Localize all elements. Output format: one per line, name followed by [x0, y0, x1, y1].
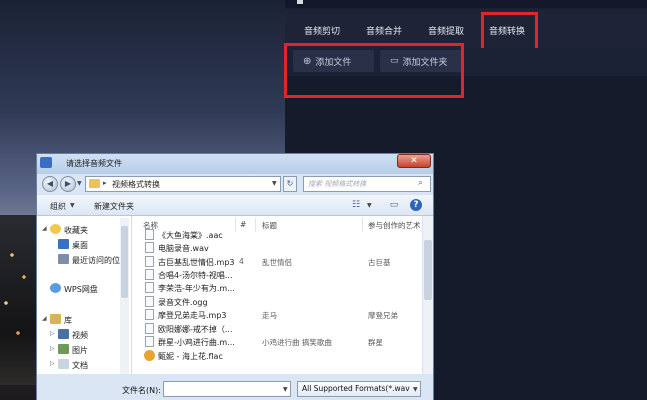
file-row[interactable]: 古巨基乱世情侣.mp3 4 乱世情侣 古巨基 [142, 255, 422, 269]
collapse-icon[interactable]: ◢ [42, 315, 47, 322]
close-icon: ✕ [410, 156, 418, 166]
nav-library[interactable]: 库 [64, 315, 72, 326]
back-button[interactable]: ◀ [42, 176, 58, 192]
picture-library-icon [58, 344, 69, 354]
history-dropdown-icon[interactable]: ▼ [77, 180, 82, 187]
tab-audio-merge[interactable]: 音频合并 [366, 24, 402, 37]
track-number: 4 [239, 257, 244, 266]
nav-favorites[interactable]: 收藏夹 [64, 225, 88, 236]
filter-label: All Supported Formats(*.wav [302, 384, 410, 393]
file-name: 合唱4-汤尔特-视唱... [158, 271, 233, 280]
nav-pictures[interactable]: 图片 [72, 345, 88, 356]
nav-videos[interactable]: 视频 [72, 330, 88, 341]
organize-dropdown-icon[interactable]: ▼ [70, 202, 75, 209]
organize-button[interactable]: 组织 [50, 201, 66, 212]
expand-icon[interactable]: ▷ [50, 330, 55, 337]
file-icon [145, 323, 154, 334]
file-list-scrollbar-thumb[interactable] [424, 240, 432, 300]
refresh-button[interactable]: ↻ [283, 176, 297, 192]
file-name: 《大鱼海棠》.aac [158, 231, 223, 240]
recent-places-icon [58, 254, 69, 264]
file-name: 李荣浩-年少有为.m... [158, 284, 235, 293]
track-title: 小鸡进行曲 搞笑歌曲 [262, 338, 332, 347]
file-name: 欧阳娜娜-戒不掉（... [158, 325, 233, 334]
library-icon [50, 314, 61, 324]
arrow-left-icon: ◀ [46, 179, 54, 188]
filename-input[interactable] [163, 381, 291, 397]
file-row[interactable]: 摩登兄弟走马.mp3 走马 摩登兄弟 [142, 308, 422, 322]
file-icon [145, 229, 154, 240]
filename-dropdown-icon[interactable]: ▼ [283, 386, 288, 393]
nav-documents[interactable]: 文档 [72, 360, 88, 371]
track-artist: 群星 [368, 338, 383, 347]
cloud-icon [50, 283, 61, 293]
nav-desktop[interactable]: 桌面 [72, 240, 88, 251]
track-title: 走马 [262, 311, 277, 320]
breadcrumb[interactable]: 视频格式转换 [112, 179, 160, 190]
refresh-icon: ↻ [286, 179, 294, 188]
file-icon [145, 282, 154, 293]
file-icon [145, 309, 154, 320]
view-dropdown-icon[interactable]: ▼ [367, 202, 372, 209]
document-library-icon [58, 359, 69, 369]
close-button[interactable]: ✕ [397, 154, 431, 168]
file-name: 群星-小鸡进行曲.m... [158, 338, 235, 347]
buttons-highlight-box [284, 43, 464, 98]
collapse-icon[interactable]: ◢ [42, 225, 47, 232]
file-row[interactable]: 李荣浩-年少有为.m... [142, 281, 422, 295]
file-icon [145, 336, 154, 347]
file-row[interactable]: 电脑录音.wav [142, 241, 422, 255]
file-name: 甄妮 - 海上花.flac [158, 352, 223, 361]
preview-pane-icon[interactable]: ▭ [388, 199, 400, 211]
file-row[interactable]: 欧阳娜娜-戒不掉（... [142, 322, 422, 336]
audio-player-icon [144, 350, 155, 361]
video-library-icon [58, 329, 69, 339]
file-row[interactable]: 录音文件.ogg [142, 295, 422, 309]
filter-dropdown-icon[interactable]: ▼ [413, 386, 418, 393]
file-name: 古巨基乱世情侣.mp3 [158, 258, 235, 267]
folder-icon [89, 179, 100, 188]
track-artist: 古巨基 [368, 258, 391, 267]
arrow-right-icon: ▶ [64, 179, 72, 188]
dialog-app-icon [40, 157, 52, 168]
tab-audio-extract[interactable]: 音频提取 [428, 24, 464, 37]
file-name: 电脑录音.wav [158, 244, 209, 253]
track-title: 乱世情侣 [262, 258, 292, 267]
dialog-title: 请选择音频文件 [66, 159, 122, 168]
file-row[interactable]: 群星-小鸡进行曲.m... 小鸡进行曲 搞笑歌曲 群星 [142, 335, 422, 349]
file-type-filter[interactable]: All Supported Formats(*.wav [297, 381, 421, 397]
tab-audio-cut[interactable]: 音频剪切 [304, 24, 340, 37]
help-icon[interactable]: ? [410, 199, 422, 211]
app-title-bar [285, 0, 647, 8]
view-options-icon[interactable]: ☷ [350, 199, 362, 211]
chevron-right-icon: ▸ [103, 179, 107, 187]
expand-icon[interactable]: ▷ [50, 345, 55, 352]
nav-recent[interactable]: 最近访问的位 [72, 255, 120, 266]
file-name: 录音文件.ogg [158, 298, 208, 307]
new-folder-button[interactable]: 新建文件夹 [94, 201, 134, 212]
file-row[interactable]: 合唱4-汤尔特-视唱... [142, 268, 422, 282]
search-placeholder: 搜索 视频格式转换 [308, 180, 367, 188]
file-icon [145, 242, 154, 253]
file-icon [145, 269, 154, 280]
file-icon [145, 296, 154, 307]
desktop-icon [58, 239, 69, 249]
app-logo-icon [297, 0, 303, 4]
track-artist: 摩登兄弟 [368, 311, 398, 320]
file-name: 摩登兄弟走马.mp3 [158, 311, 227, 320]
nav-wps-drive[interactable]: WPS网盘 [64, 284, 98, 295]
filename-label: 文件名(N): [122, 386, 161, 395]
nav-scrollbar-thumb[interactable] [121, 226, 128, 298]
file-icon [145, 256, 154, 267]
forward-button[interactable]: ▶ [60, 176, 76, 192]
search-icon[interactable]: ⌕ [418, 178, 423, 188]
expand-icon[interactable]: ▷ [50, 360, 55, 367]
file-row[interactable]: 甄妮 - 海上花.flac [142, 349, 422, 363]
file-row[interactable]: 《大鱼海棠》.aac [142, 228, 422, 242]
address-dropdown-icon[interactable]: ▼ [272, 180, 277, 187]
star-icon [50, 224, 61, 234]
